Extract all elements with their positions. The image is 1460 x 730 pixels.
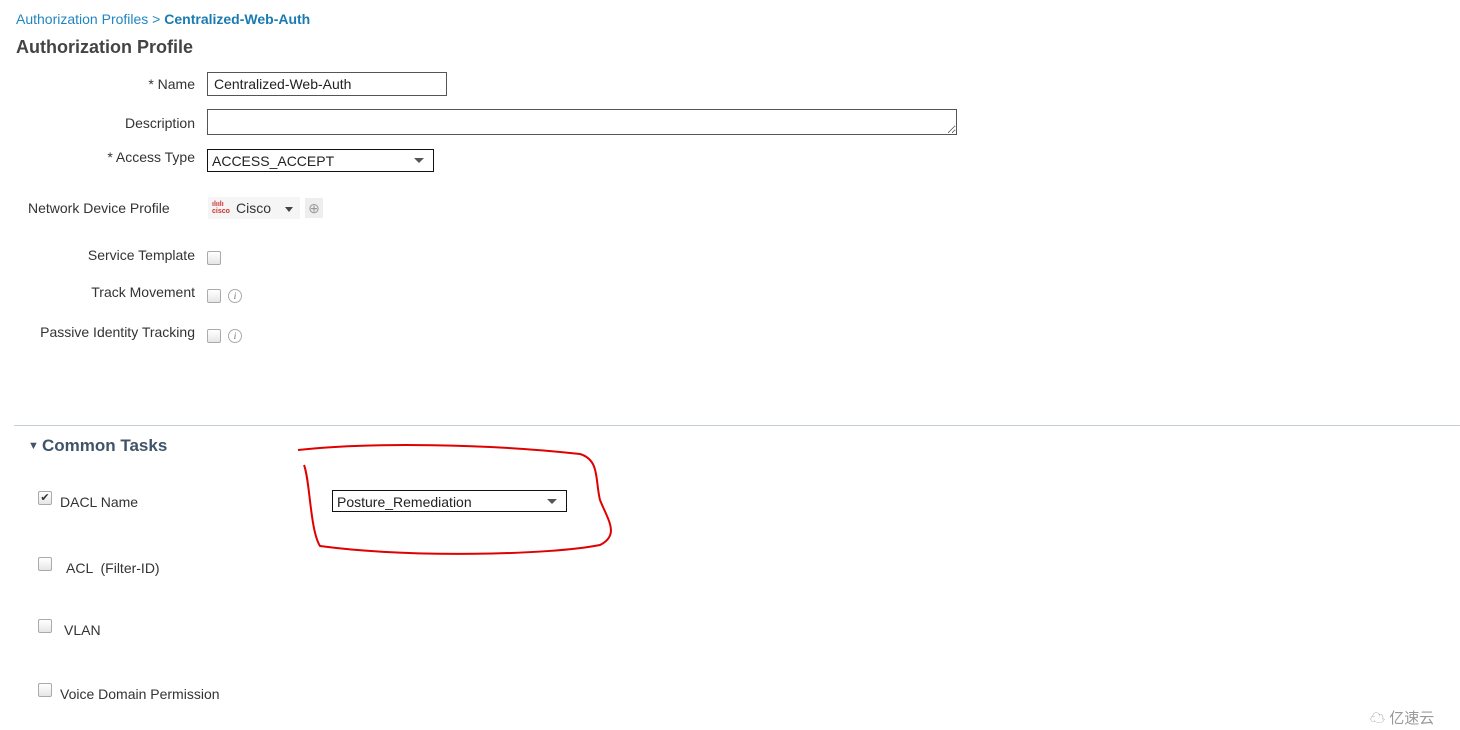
breadcrumb-parent-link[interactable]: Authorization Profiles (16, 11, 148, 27)
breadcrumb-separator: > (148, 11, 165, 27)
description-label: Description (124, 115, 195, 131)
section-divider (14, 425, 1460, 426)
ndp-select[interactable]: ılıılı cisco Cisco (208, 197, 300, 219)
vlan-checkbox[interactable] (38, 619, 52, 633)
voice-domain-label: Voice Domain Permission (60, 686, 220, 702)
service-template-label: Service Template (87, 247, 195, 263)
name-label: * Name (148, 76, 195, 92)
cisco-logo-icon: ılıılı cisco (212, 201, 230, 215)
access-type-value: ACCESS_ACCEPT (212, 153, 335, 169)
info-icon[interactable]: i (228, 329, 242, 343)
passive-identity-checkbox[interactable] (207, 329, 221, 343)
red-annotation-circle (297, 444, 612, 555)
triangle-down-icon: ▼ (28, 440, 42, 452)
voice-domain-checkbox[interactable] (38, 683, 52, 697)
breadcrumb: Authorization Profiles > Centralized-Web… (16, 11, 310, 27)
name-input[interactable] (207, 72, 447, 96)
ndp-value: Cisco (236, 200, 272, 216)
vlan-label: VLAN (64, 622, 101, 638)
track-movement-checkbox[interactable] (207, 289, 221, 303)
dacl-label: DACL Name (60, 494, 139, 510)
passive-identity-label: Passive Identity Tracking (40, 324, 195, 340)
access-type-label: * Access Type (107, 149, 195, 165)
info-icon[interactable]: i (228, 289, 242, 303)
acl-label: ACL (Filter-ID) (66, 560, 160, 576)
common-tasks-toggle[interactable]: ▼ Common Tasks (28, 436, 167, 456)
service-template-checkbox[interactable] (207, 251, 221, 265)
dacl-checkbox[interactable]: ✔ (38, 491, 52, 505)
breadcrumb-current: Centralized-Web-Auth (164, 11, 311, 27)
acl-checkbox[interactable] (38, 557, 52, 571)
page-title: Authorization Profile (16, 37, 193, 57)
track-movement-label: Track Movement (91, 284, 195, 300)
ndp-label: Network Device Profile (28, 200, 170, 216)
watermark-text: 亿速云 (1389, 710, 1435, 727)
chevron-down-icon (285, 207, 293, 212)
watermark-logo: ☁ 亿速云 (1370, 707, 1434, 728)
description-textarea[interactable] (207, 109, 957, 135)
access-type-select[interactable]: ACCESS_ACCEPT (207, 149, 434, 172)
chevron-down-icon (414, 158, 424, 163)
crosshair-icon[interactable]: ⊕ (305, 198, 323, 218)
cloud-icon: ☁ (1370, 710, 1386, 727)
common-tasks-title: Common Tasks (41, 436, 168, 455)
